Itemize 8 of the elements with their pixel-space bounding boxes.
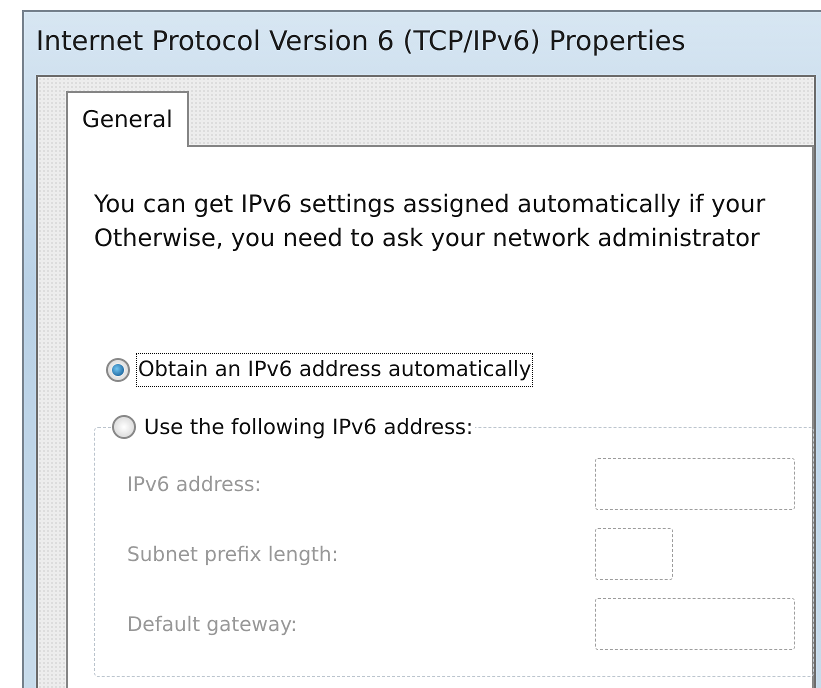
radio-selected-icon <box>106 358 130 382</box>
field-label: Subnet prefix length: <box>127 540 340 568</box>
radio-unselected-icon <box>112 415 136 440</box>
field-label: IPv6 address: <box>127 470 262 498</box>
description-text: You can get IPv6 settings assigned automatically if your Otherwise, you need to ask your network administrator <box>94 189 766 254</box>
window-title: Internet Protocol Version 6 (TCP/IPv6) Properties <box>36 28 686 55</box>
tab[interactable]: General <box>66 91 189 147</box>
field-label: Default gateway: <box>127 610 298 638</box>
